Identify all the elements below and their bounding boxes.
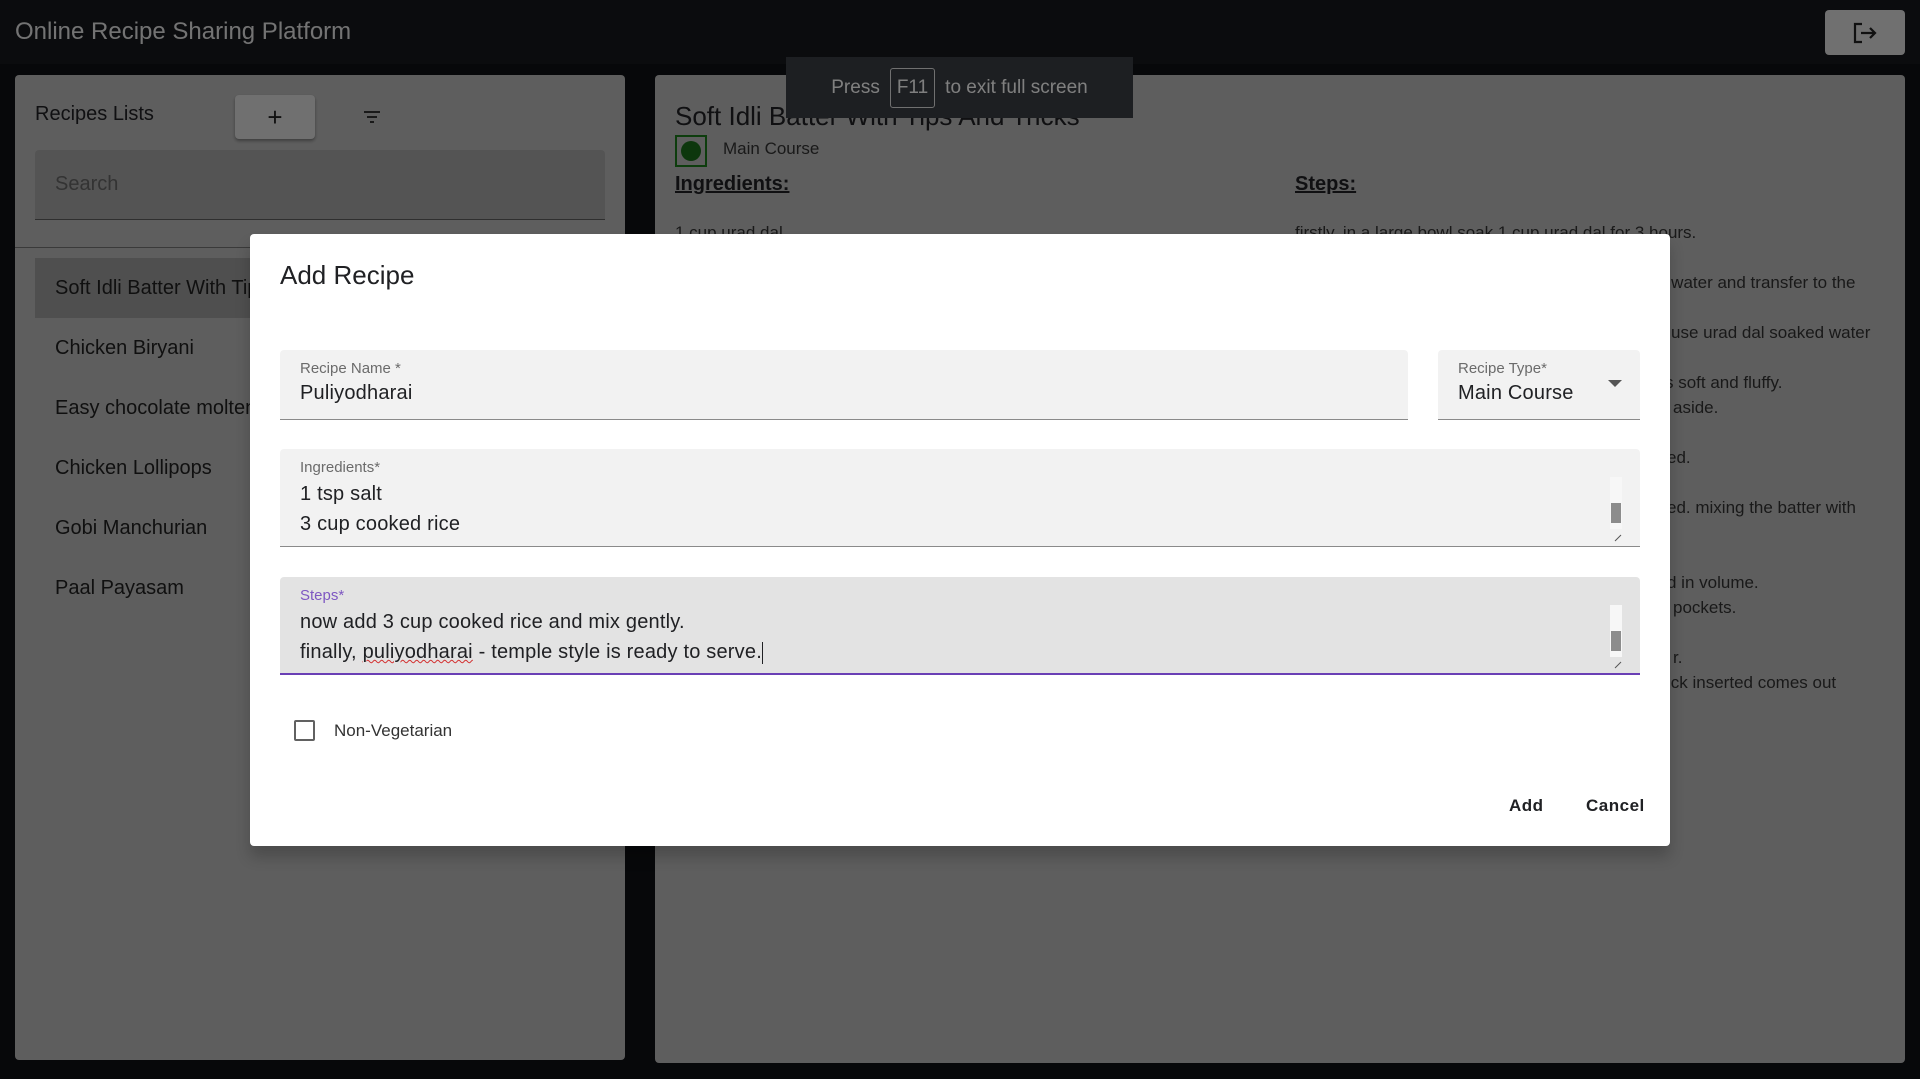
ingredients-line[interactable]: 3 cup cooked rice: [300, 513, 460, 536]
text-caret: [761, 641, 763, 664]
ingredients-scrollbar[interactable]: [1610, 477, 1622, 529]
add-button[interactable]: Add: [1503, 792, 1550, 820]
dialog-title: Add Recipe: [280, 260, 415, 290]
ingredients-line[interactable]: 1 tsp salt: [300, 483, 382, 506]
recipe-name-field[interactable]: Recipe Name * Puliyodharai: [280, 350, 1408, 420]
steps-line[interactable]: now add 3 cup cooked rice and mix gently…: [300, 611, 685, 634]
ingredients-field[interactable]: Ingredients* 1 tsp salt 3 cup cooked ric…: [280, 449, 1640, 547]
recipe-name-label: Recipe Name *: [300, 360, 401, 377]
recipe-type-select[interactable]: Recipe Type* Main Course: [1438, 350, 1640, 420]
steps-text: - temple style is ready to serve.: [472, 641, 762, 663]
ingredients-label: Ingredients*: [300, 459, 381, 476]
resize-handle-icon[interactable]: [1612, 659, 1622, 669]
chevron-down-icon[interactable]: [1608, 380, 1622, 387]
steps-label: Steps*: [300, 587, 345, 604]
non-vegetarian-label: Non-Vegetarian: [334, 720, 453, 740]
add-recipe-dialog: Add Recipe Recipe Name * Puliyodharai Re…: [250, 234, 1670, 846]
recipe-type-value: Main Course: [1458, 382, 1574, 404]
cancel-button[interactable]: Cancel: [1580, 792, 1651, 820]
recipe-type-label: Recipe Type*: [1458, 360, 1547, 377]
recipe-name-input[interactable]: Puliyodharai: [300, 382, 412, 405]
misspelled-word: puliyodharai: [362, 641, 473, 663]
steps-field[interactable]: Steps* now add 3 cup cooked rice and mix…: [280, 577, 1640, 675]
non-vegetarian-row[interactable]: Non-Vegetarian: [294, 720, 452, 741]
non-vegetarian-checkbox[interactable]: [294, 720, 315, 741]
steps-text: finally,: [300, 641, 363, 663]
steps-scrollbar[interactable]: [1610, 605, 1622, 657]
steps-line[interactable]: finally, puliyodharai - temple style is …: [300, 641, 763, 664]
resize-handle-icon[interactable]: [1612, 532, 1622, 542]
